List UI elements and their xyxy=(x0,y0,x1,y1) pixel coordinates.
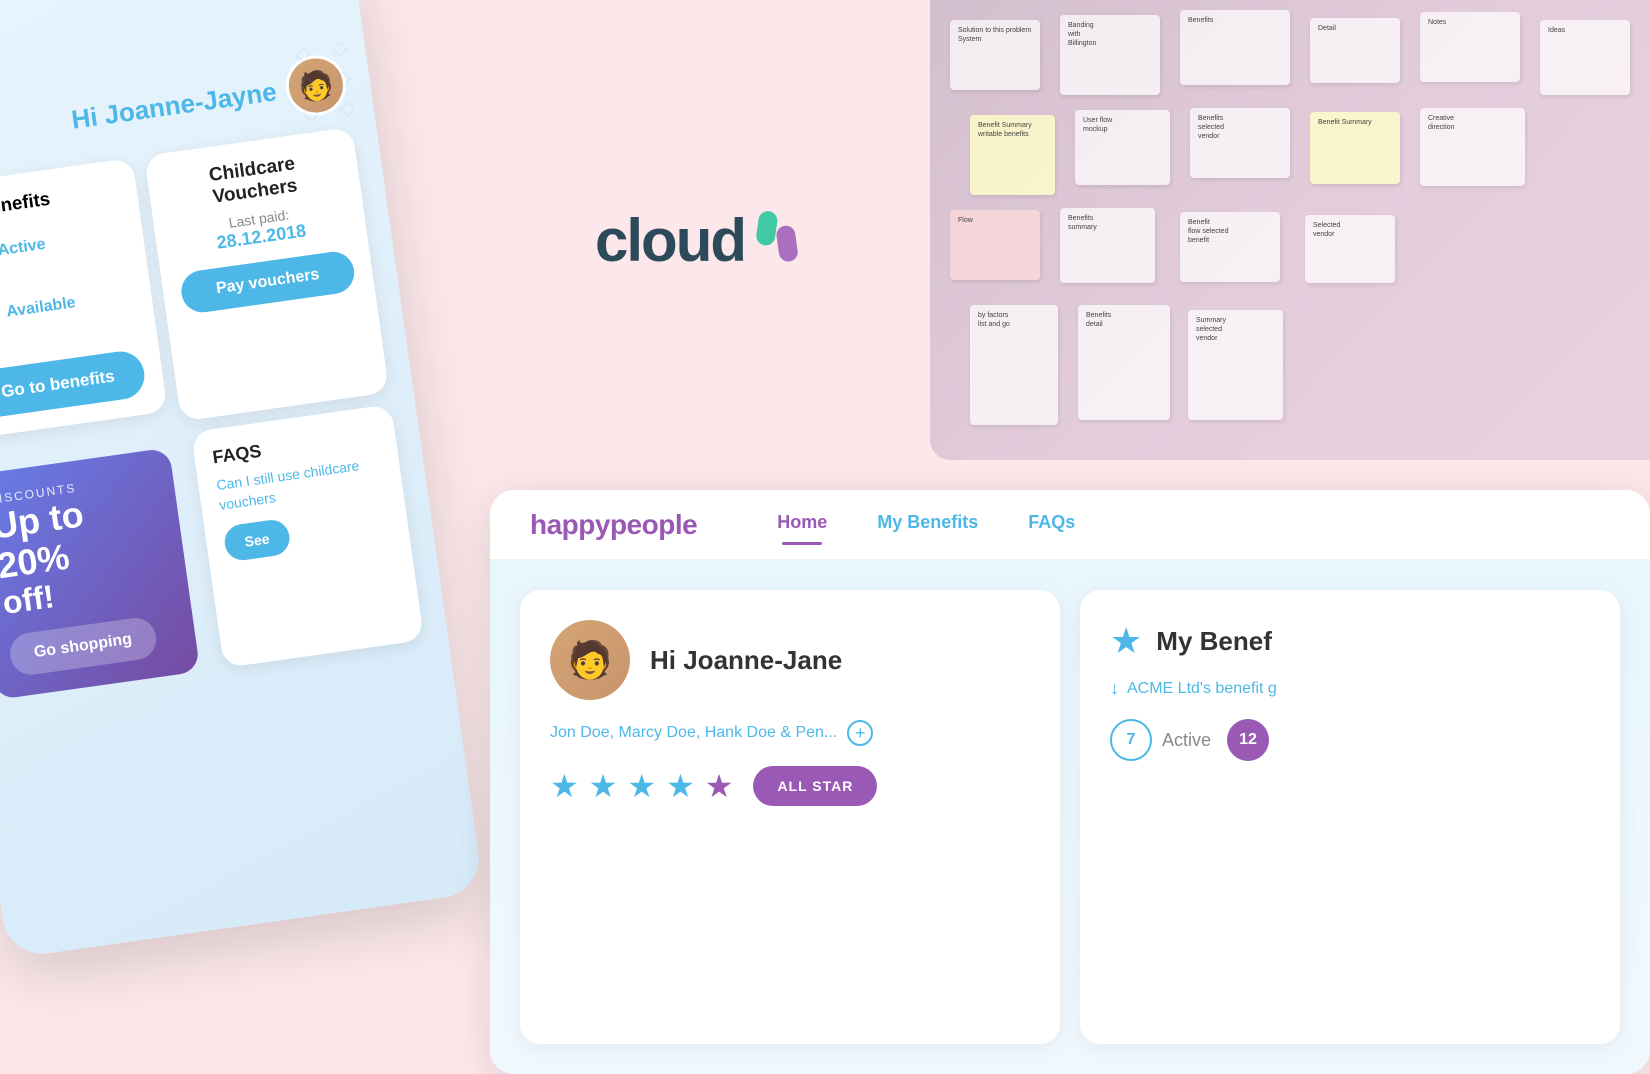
all-star-button[interactable]: ALL STAR xyxy=(753,766,877,806)
user-avatar: 🧑 xyxy=(550,620,630,700)
sticky-note: Benefit Summarywritable benefits xyxy=(970,115,1055,195)
benefits-star-icon: ★ xyxy=(1110,620,1142,662)
sticky-note: Ideas xyxy=(1540,20,1630,95)
sticky-note: by factorslist and go xyxy=(970,305,1058,425)
my-benefits-card: My Benefits 7 Active 12 Available Go to … xyxy=(0,158,168,441)
user-card: 🧑 Hi Joanne-Jane Jon Doe, Marcy Doe, Han… xyxy=(520,590,1060,1044)
hp-logo-text: happype xyxy=(530,509,642,540)
active-label: Active xyxy=(0,236,47,261)
sticky-note: Flow xyxy=(950,210,1040,280)
star-2: ★ xyxy=(589,767,618,805)
stars-row: ★ ★ ★ ★ ★ ALL STAR xyxy=(550,766,1030,806)
acme-link[interactable]: ↓ ACME Ltd's benefit g xyxy=(1110,678,1590,699)
sticky-note: Benefitflow selectedbenefit xyxy=(1180,212,1280,282)
sticky-note: Benefitssummary xyxy=(1060,208,1155,283)
star-4: ★ xyxy=(666,767,695,805)
happypeople-section: happypeople Home My Benefits FAQs xyxy=(490,490,1650,1074)
active-number-badge: 7 xyxy=(1110,719,1152,761)
hp-nav-links: Home My Benefits FAQs xyxy=(777,512,1075,537)
sticky-note: Creativedirection xyxy=(1420,108,1525,186)
sticky-note: Detail xyxy=(1310,18,1400,83)
cloud8-icon xyxy=(749,210,805,270)
see-button[interactable]: See xyxy=(222,518,291,563)
bottom-row: DISCOUNTS Up to 20% off! Go shopping FAQ… xyxy=(0,404,424,700)
sticky-note: User flowmockup xyxy=(1075,110,1170,185)
hp-logo-accent: ople xyxy=(642,509,698,540)
photo-section: Solution to this problemSystem Bandingwi… xyxy=(930,0,1650,460)
available-row: 12 Available xyxy=(0,277,136,337)
pay-vouchers-button[interactable]: Pay vouchers xyxy=(179,249,357,315)
add-family-button[interactable]: + xyxy=(847,720,873,746)
active-badge-group: 7 Active xyxy=(1110,719,1211,761)
sticky-note: Benefit Summary xyxy=(1310,112,1400,184)
download-icon: ↓ xyxy=(1110,678,1119,699)
star-3: ★ xyxy=(627,767,656,805)
my-benefits-title: My Benef xyxy=(1156,626,1272,657)
available-label: Available xyxy=(5,294,76,322)
discounts-card: DISCOUNTS Up to 20% off! Go shopping xyxy=(0,448,200,701)
phone-mockup: THE BILLINGTON GROUP Hi Joanne-Jayne 🧑 ◇… xyxy=(0,0,484,959)
go-benefits-button[interactable]: Go to benefits xyxy=(0,349,148,421)
active-count: 7 xyxy=(1127,731,1136,749)
hp-main-content: 🧑 Hi Joanne-Jane Jon Doe, Marcy Doe, Han… xyxy=(490,560,1650,1074)
star-1: ★ xyxy=(550,767,579,805)
sticky-note: Benefitsselectedvendor xyxy=(1190,108,1290,178)
available-count: 12 xyxy=(1239,731,1257,749)
sticky-notes-area: Solution to this problemSystem Bandingwi… xyxy=(930,0,1650,460)
benefits-badges: 7 Active 12 xyxy=(1110,719,1590,761)
sticky-note: Summaryselectedvendor xyxy=(1188,310,1283,420)
my-benefits-header: ★ My Benef xyxy=(1110,620,1590,662)
photo-overlay: Solution to this problemSystem Bandingwi… xyxy=(930,0,1650,460)
nav-faqs[interactable]: FAQs xyxy=(1028,512,1075,537)
active-row: 7 Active xyxy=(0,216,127,276)
childcare-card: Childcare Vouchers Last paid: 28.12.2018… xyxy=(144,127,389,422)
cloud8-text: cloud xyxy=(595,206,745,275)
cloud8-section: cloud xyxy=(450,0,950,480)
sticky-note: Benefitsdetail xyxy=(1078,305,1170,420)
my-benefits-card-main: ★ My Benef ↓ ACME Ltd's benefit g 7 Acti… xyxy=(1080,590,1620,1044)
decorative-dots: ◇ ◇◇ ◇◇ ◇ xyxy=(293,32,365,130)
acme-text: ACME Ltd's benefit g xyxy=(1127,680,1277,698)
faqs-card: FAQS Can I still use childcare vouchers … xyxy=(191,404,424,668)
available-number-badge: 12 xyxy=(1227,719,1269,761)
hp-logo: happypeople xyxy=(530,509,697,541)
active-label: Active xyxy=(1162,730,1211,751)
star-5: ★ xyxy=(705,767,734,805)
nav-my-benefits[interactable]: My Benefits xyxy=(877,512,978,537)
user-card-top: 🧑 Hi Joanne-Jane xyxy=(550,620,1030,700)
family-row: Jon Doe, Marcy Doe, Hank Doe & Pen... + xyxy=(550,720,1030,746)
cloud8-logo: cloud xyxy=(595,206,805,275)
sticky-note: Selectedvendor xyxy=(1305,215,1395,283)
user-greeting: Hi Joanne-Jane xyxy=(650,645,842,676)
sticky-note: BandingwithBillington xyxy=(1060,15,1160,95)
family-names: Jon Doe, Marcy Doe, Hank Doe & Pen... xyxy=(550,724,837,742)
sticky-note: Benefits xyxy=(1180,10,1290,85)
hp-nav: happypeople Home My Benefits FAQs xyxy=(490,490,1650,560)
nav-home[interactable]: Home xyxy=(777,512,827,537)
sticky-note: Notes xyxy=(1420,12,1520,82)
go-shopping-button[interactable]: Go shopping xyxy=(8,616,159,678)
sticky-note: Solution to this problemSystem xyxy=(950,20,1040,90)
hi-greeting: Hi Joanne-Jayne xyxy=(70,76,279,135)
my-benefits-title: My Benefits xyxy=(0,178,120,224)
